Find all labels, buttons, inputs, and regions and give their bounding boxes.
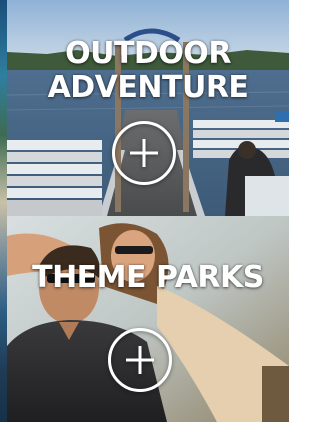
category-grid: OUTDOOR ADVENTURE THEME PARKS — [0, 0, 289, 422]
expand-button[interactable] — [112, 121, 176, 185]
tile-theme-parks[interactable]: THEME PARKS — [7, 216, 289, 422]
tile-title: THEME PARKS — [32, 260, 264, 295]
plus-icon — [130, 139, 158, 167]
couple-photo — [7, 216, 289, 422]
tile-title: OUTDOOR — [65, 36, 231, 71]
adjacent-tile-edge — [0, 0, 7, 422]
tile-outdoor-adventure[interactable]: OUTDOOR ADVENTURE — [7, 0, 289, 216]
expand-button[interactable] — [108, 328, 172, 392]
tile-title: ADVENTURE — [47, 70, 249, 105]
plus-icon — [126, 346, 154, 374]
